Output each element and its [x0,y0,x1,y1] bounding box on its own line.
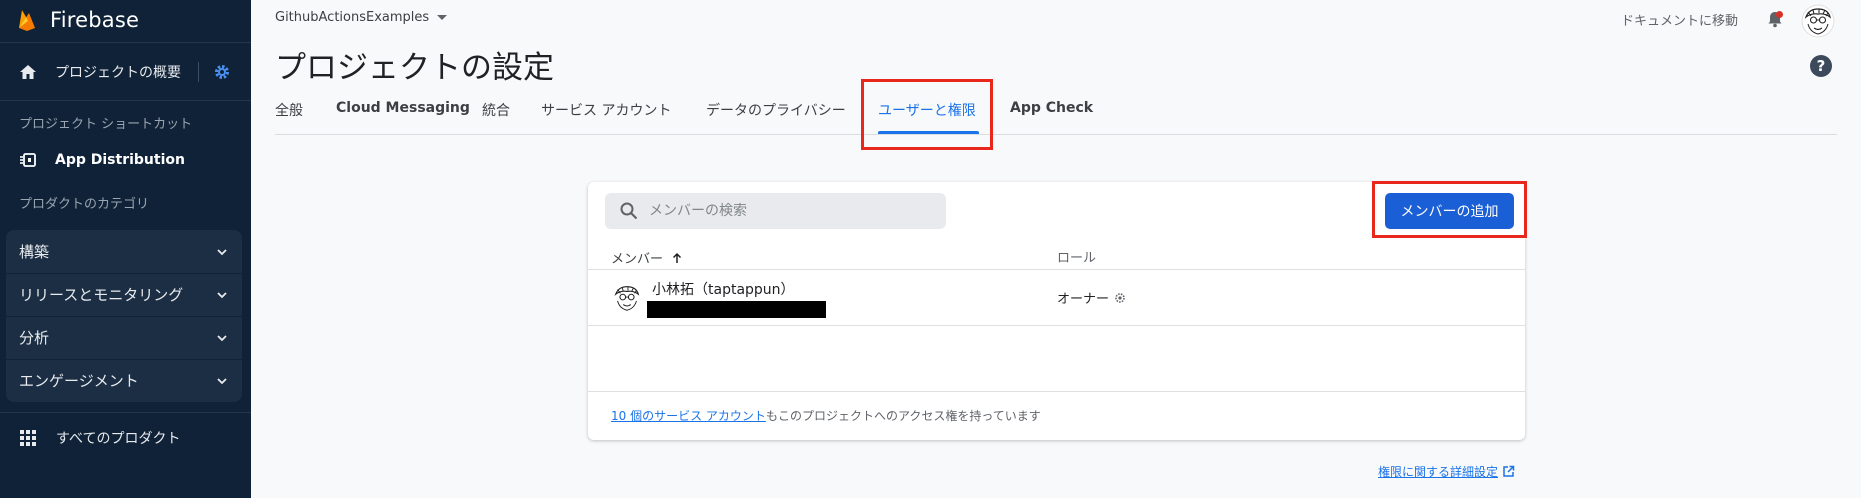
open-in-new-icon [1503,465,1515,477]
docs-link[interactable]: ドキュメントに移動 [1621,10,1738,29]
chevron-down-icon [217,249,227,256]
member-role: オーナー [1057,288,1126,307]
avatar-sketch-icon [1801,4,1835,38]
tab-highlight-box [861,79,993,150]
caret-down-icon [437,15,448,20]
project-name: GithubActionsExamples [275,10,430,25]
divider [0,100,251,101]
sidebar: Firebase プロジェクトの概要 プロジェクト ショートカット App Di… [0,0,251,498]
avatar-sketch-icon [614,286,640,311]
divider [198,62,199,82]
redacted-email [647,301,826,318]
categories-heading: プロダクトのカテゴリ [19,197,150,212]
tabs-divider [275,134,1837,135]
tab-integrations[interactable]: 統合 [482,100,510,134]
member-search-input[interactable] [649,193,939,229]
members-table-header: メンバー ロール [588,242,1525,270]
search-icon [620,202,638,220]
app-distribution-icon [20,153,36,167]
sidebar-item-app-distribution[interactable]: App Distribution [0,144,251,176]
firebase-logo-icon [19,10,35,31]
tab-general[interactable]: 全般 [275,100,303,134]
role-label: オーナー [1057,292,1110,307]
sort-ascending-icon [672,252,682,263]
tab-data-privacy[interactable]: データのプライバシー [706,100,846,134]
members-card-footer: 10 個のサービス アカウント もこのプロジェクトへのアクセス権を持っています [588,391,1525,440]
help-icon[interactable]: ? [1810,55,1832,77]
advanced-permissions-label: 権限に関する詳細設定 [1378,465,1499,479]
member-column-header[interactable]: メンバー [611,248,683,267]
account-avatar[interactable] [1801,4,1835,38]
add-button-highlight-box [1372,181,1527,238]
tab-app-check[interactable]: App Check [1010,100,1093,134]
shortcuts-heading: プロジェクト ショートカット [19,117,193,132]
app-distribution-label: App Distribution [55,152,185,168]
category-release-monitor[interactable]: リリースとモニタリング [6,273,242,316]
all-products-item[interactable]: すべてのプロダクト [0,422,251,454]
divider [0,42,251,43]
role-column-header: ロール [1057,251,1097,266]
category-label: エンゲージメント [19,372,139,390]
brand-link[interactable]: Firebase [0,0,251,40]
role-settings-icon[interactable] [1114,292,1126,304]
advanced-permissions-link[interactable]: 権限に関する詳細設定 [1378,463,1515,480]
chevron-down-icon [217,292,227,299]
divider [0,412,251,413]
project-overview-item[interactable]: プロジェクトの概要 [0,52,251,92]
category-label: リリースとモニタリング [19,286,184,304]
member-name: 小林拓（taptappun） [652,282,795,298]
member-search[interactable] [605,193,946,229]
category-group: 構築 リリースとモニタリング 分析 エンゲージメント [6,230,242,402]
notification-bell-icon[interactable] [1765,9,1785,29]
category-build[interactable]: 構築 [6,230,242,273]
category-engagement[interactable]: エンゲージメント [6,359,242,402]
service-accounts-link[interactable]: 10 個のサービス アカウント [611,407,766,424]
member-column-label: メンバー [611,252,664,267]
project-switcher[interactable]: GithubActionsExamples [275,10,448,25]
tab-cloud-messaging[interactable]: Cloud Messaging [336,100,470,134]
all-products-label: すべてのプロダクト [56,431,181,447]
table-row: 小林拓（taptappun） オーナー [588,271,1525,326]
chevron-down-icon [217,335,227,342]
category-analytics[interactable]: 分析 [6,316,242,359]
settings-gear-icon[interactable] [213,63,231,81]
service-accounts-text: もこのプロジェクトへのアクセス権を持っています [766,409,1041,423]
chevron-down-icon [217,378,227,385]
member-avatar [611,282,643,314]
project-overview-label: プロジェクトの概要 [55,65,181,81]
home-icon [20,65,36,79]
page-title: プロジェクトの設定 [275,50,554,86]
category-label: 構築 [19,243,50,261]
category-label: 分析 [19,329,50,347]
tab-service-accounts[interactable]: サービス アカウント [541,100,671,134]
apps-grid-icon [20,430,36,446]
brand-name: Firebase [50,8,140,32]
